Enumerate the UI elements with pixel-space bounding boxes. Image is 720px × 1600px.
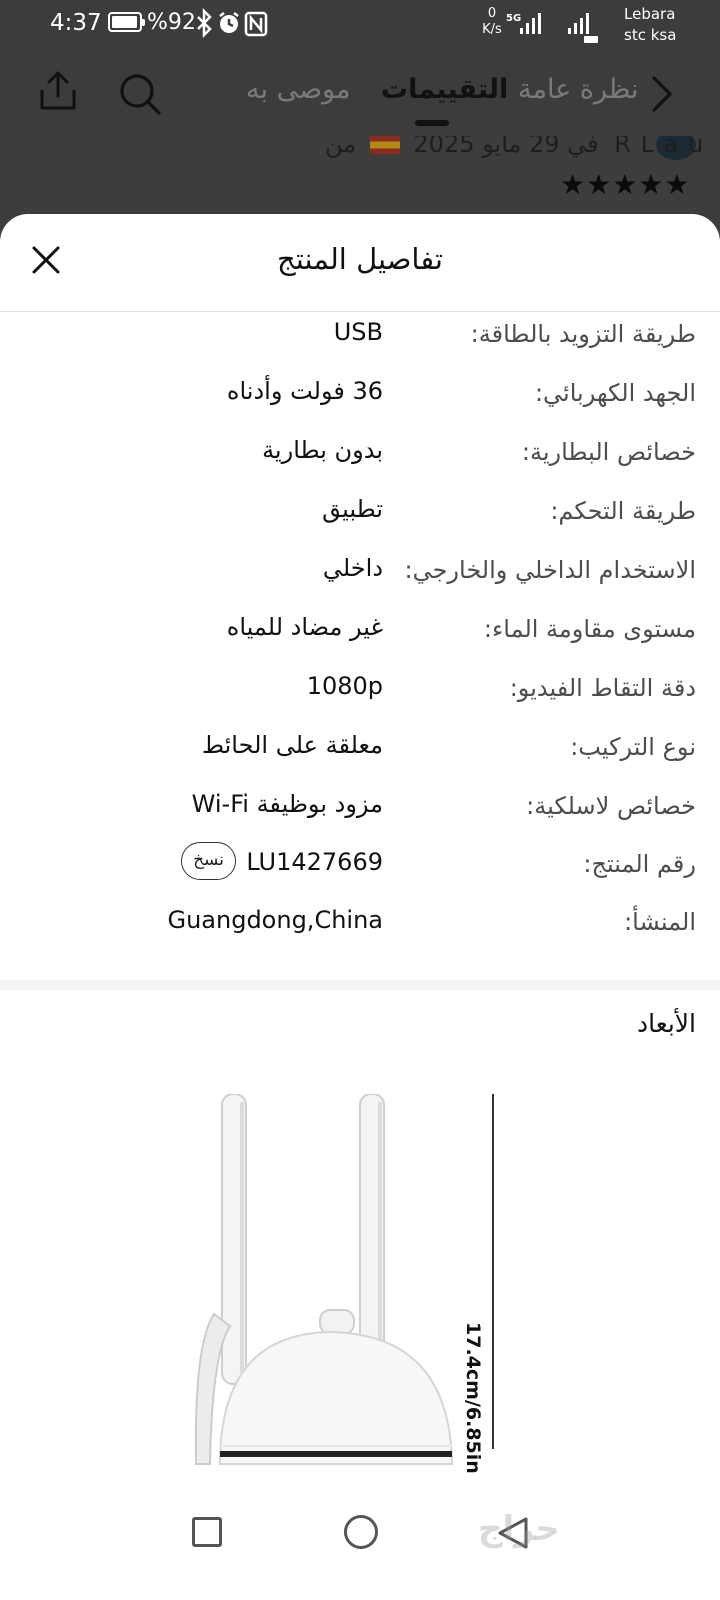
status-bar: 4:37 %92 0 K/s 5G Lebara stc ksa xyxy=(0,0,720,52)
spec-value: 36 فولت وأدناه xyxy=(226,377,383,405)
status-icons xyxy=(197,8,268,38)
flag-icon xyxy=(369,136,400,154)
spec-row: خصائص لاسلكية: مزود بوظيفة Wi-Fi xyxy=(0,784,720,834)
spec-value: معلقة على الحائط xyxy=(201,731,383,759)
tab-reviews[interactable]: التقييمات xyxy=(381,74,508,105)
spec-label: طريقة التزويد بالطاقة: xyxy=(470,320,696,348)
tab-recommended[interactable]: موصى به xyxy=(246,74,350,105)
spec-label: نوع التركيب: xyxy=(570,733,696,761)
dimensions-title: الأبعاد xyxy=(637,1009,696,1038)
top-nav: موصى به التقييمات نظرة عامة xyxy=(0,52,720,136)
battery-icon xyxy=(108,12,145,32)
spec-row: الاستخدام الداخلي والخارجي: داخلي xyxy=(0,548,720,598)
spec-value: USB xyxy=(333,318,383,346)
spec-row-product-number: رقم المنتج: LU1427669 نسخ xyxy=(0,842,720,892)
copy-button[interactable]: نسخ xyxy=(181,842,236,880)
spec-row: مستوى مقاومة الماء: غير مضاد للمياه xyxy=(0,607,720,657)
active-tab-indicator xyxy=(415,120,449,126)
spec-row: خصائص البطارية: بدون بطارية xyxy=(0,430,720,480)
net-speed-value: 0 xyxy=(487,6,497,21)
spec-row: نوع التركيب: معلقة على الحائط xyxy=(0,725,720,775)
dimension-height-label: 17.4cm/6.85in xyxy=(462,1322,484,1474)
carriers: Lebara stc ksa xyxy=(624,4,676,46)
spec-value: بدون بطارية xyxy=(262,436,383,464)
spec-row: المنشأ: Guangdong,China xyxy=(0,900,720,950)
spec-value: داخلي xyxy=(322,554,383,582)
nfc-icon xyxy=(244,11,268,37)
spec-row: طريقة التزويد بالطاقة: USB xyxy=(0,312,720,362)
net-speed-unit: K/s xyxy=(482,22,502,37)
spec-row: الجهد الكهربائي: 36 فولت وأدناه xyxy=(0,371,720,421)
spec-row: دقة التقاط الفيديو: 1080p xyxy=(0,666,720,716)
system-nav-bar: حراج xyxy=(0,1487,720,1600)
home-button[interactable] xyxy=(344,1515,378,1549)
spec-value: تطبيق xyxy=(322,495,383,523)
reviewer-name: R L a u xyxy=(614,136,705,158)
spec-value: Guangdong,China xyxy=(167,906,383,934)
network-type: 5G xyxy=(506,13,521,24)
spec-label: رقم المنتج: xyxy=(583,850,696,878)
spec-value: غير مضاد للمياه xyxy=(226,613,383,641)
spec-label: طريقة التحكم: xyxy=(550,497,696,525)
product-number: LU1427669 xyxy=(246,848,383,876)
spec-label: دقة التقاط الفيديو: xyxy=(509,674,696,702)
share-icon[interactable] xyxy=(38,70,78,112)
spec-value: 1080p xyxy=(306,672,383,700)
spec-row: طريقة التحكم: تطبيق xyxy=(0,489,720,539)
spec-label: الاستخدام الداخلي والخارجي: xyxy=(404,556,696,584)
review-peek: في 29 مايو 2025 من R L a u ★★★★★ xyxy=(0,136,720,226)
sheet-title: تفاصيل المنتج xyxy=(276,242,443,276)
chevron-right-icon[interactable] xyxy=(650,74,674,114)
spec-label: خصائص لاسلكية: xyxy=(526,792,696,820)
net-speed: 0 K/s xyxy=(474,6,510,38)
signal-icon xyxy=(568,13,598,43)
spec-label: الجهد الكهربائي: xyxy=(534,379,696,407)
tab-overview[interactable]: نظرة عامة xyxy=(518,74,639,105)
bluetooth-icon xyxy=(197,8,212,38)
spec-value: مزود بوظيفة Wi-Fi xyxy=(191,790,383,818)
review-meta: في 29 مايو 2025 من R L a u xyxy=(325,136,704,158)
spec-label: مستوى مقاومة الماء: xyxy=(483,615,696,643)
search-icon[interactable] xyxy=(118,72,162,116)
review-stars: ★★★★★ xyxy=(560,168,691,201)
spec-label: المنشأ: xyxy=(624,908,696,936)
carrier-1: Lebara xyxy=(624,5,676,23)
watermark-logo: حراج xyxy=(478,1509,560,1549)
review-date: في 29 مايو 2025 xyxy=(413,136,599,158)
spec-label: خصائص البطارية: xyxy=(521,438,696,466)
alarm-icon xyxy=(219,12,239,33)
section-divider xyxy=(0,980,720,990)
review-from: من xyxy=(325,136,357,158)
recent-apps-button[interactable] xyxy=(192,1517,222,1547)
sheet-header: تفاصيل المنتج xyxy=(0,214,720,312)
carrier-2: stc ksa xyxy=(624,26,677,44)
status-time: 4:37 xyxy=(50,10,102,36)
battery-percent: %92 xyxy=(147,10,196,35)
product-details-sheet: تفاصيل المنتج طريقة التزويد بالطاقة: USB… xyxy=(0,214,720,1600)
signal-5g-icon: 5G xyxy=(506,13,541,34)
